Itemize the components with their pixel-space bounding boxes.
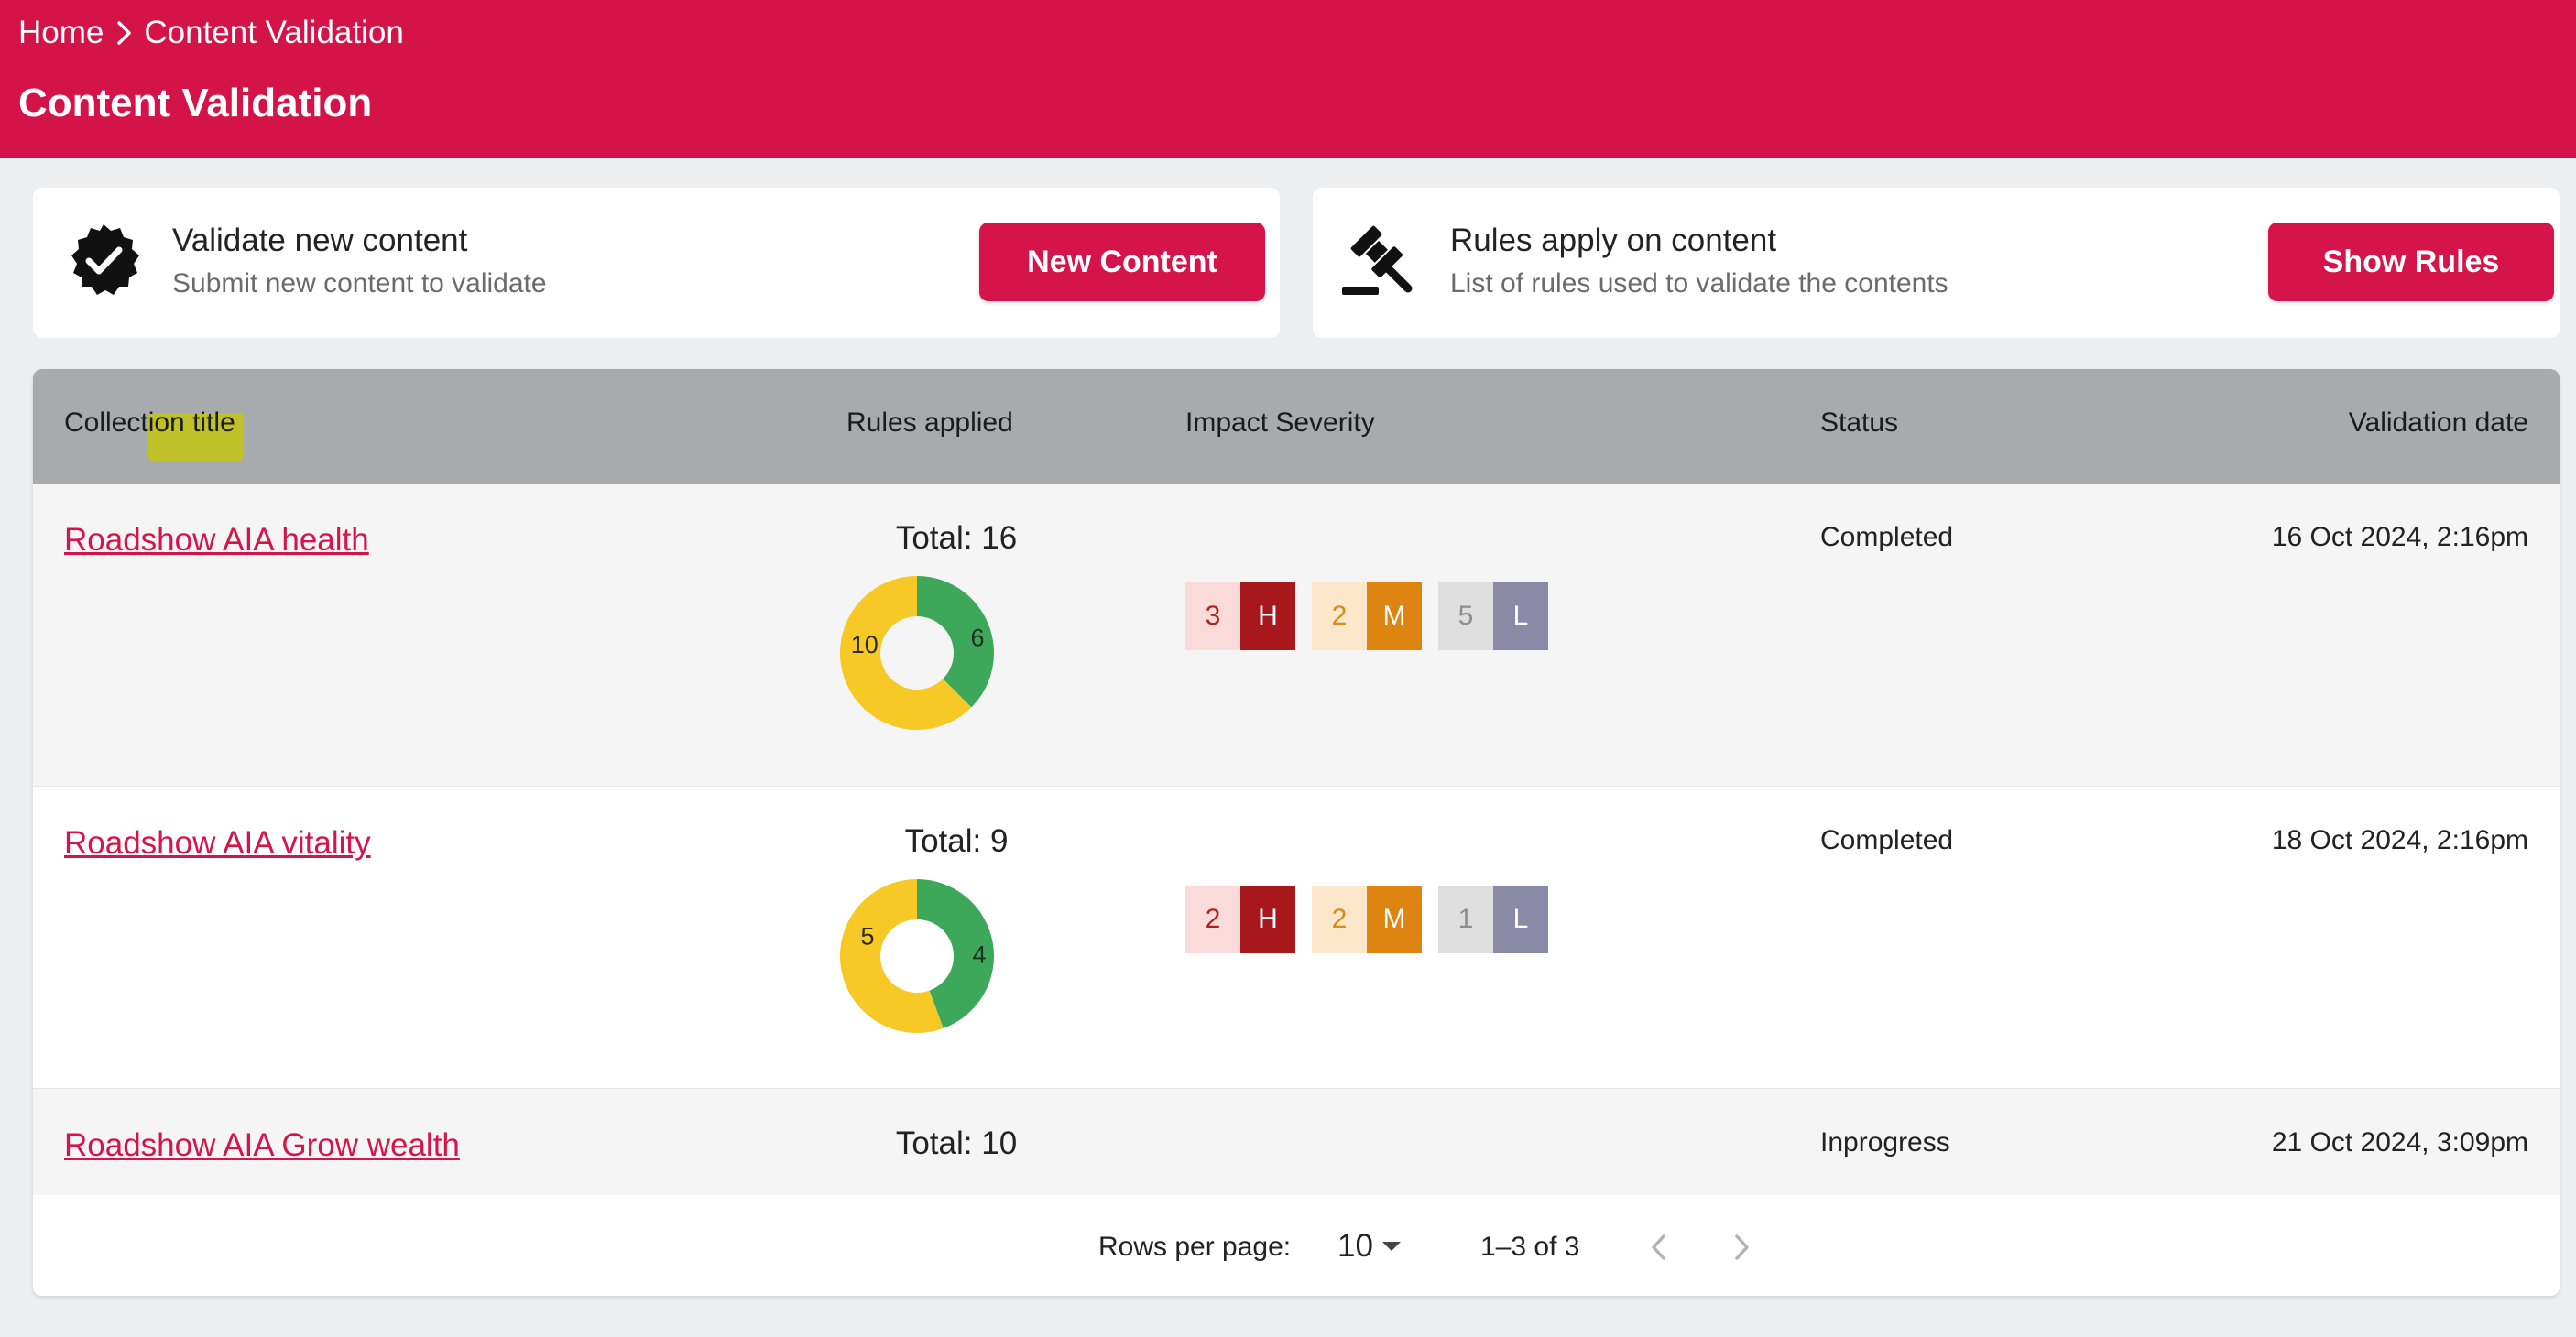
pagination-bar: Rows per page: 10 1–3 of 3	[33, 1195, 2560, 1296]
new-content-button[interactable]: New Content	[979, 223, 1265, 301]
rules-card: Rules apply on content List of rules use…	[1313, 188, 2560, 338]
low-badge: L	[1493, 582, 1548, 650]
card-title: Validate new content	[172, 223, 468, 258]
table-row: Roadshow AIA vitality Total: 9 4 5 2 H 2…	[33, 786, 2560, 1088]
pagination-range: 1–3 of 3	[1480, 1232, 1580, 1262]
donut-label-passed: 4	[972, 940, 986, 968]
impact-severity-chips: 2 H 2 M 1 L	[1185, 886, 1548, 953]
medium-badge: M	[1367, 886, 1422, 953]
caret-down-icon	[1381, 1242, 1401, 1251]
rows-per-page-select[interactable]: 10	[1337, 1226, 1401, 1266]
high-count: 3	[1185, 582, 1240, 650]
breadcrumb: Home Content Validation	[18, 13, 404, 53]
validation-date: 21 Oct 2024, 3:09pm	[2271, 1127, 2528, 1158]
table-row: Roadshow AIA health Total: 16 6 10 3 H 2…	[33, 484, 2560, 786]
high-count: 2	[1185, 886, 1240, 953]
status-text: Completed	[1820, 825, 1954, 855]
card-subtitle: Submit new content to validate	[172, 268, 547, 299]
table-header: Collection title Rules applied Impact Se…	[33, 369, 2560, 484]
high-badge: H	[1240, 582, 1295, 650]
chevron-left-icon[interactable]	[1636, 1224, 1682, 1270]
low-badge: L	[1493, 886, 1548, 953]
high-badge: H	[1240, 886, 1295, 953]
validation-table: Collection title Rules applied Impact Se…	[33, 369, 2560, 1296]
status-text: Inprogress	[1820, 1127, 1950, 1158]
chevron-right-icon	[104, 13, 144, 53]
table-row: Roadshow AIA Grow wealth Total: 10 Inpro…	[33, 1088, 2560, 1195]
collection-title-link[interactable]: Roadshow AIA health	[64, 522, 369, 559]
medium-count: 2	[1312, 886, 1367, 953]
impact-severity-chips: 3 H 2 M 5 L	[1185, 582, 1548, 650]
rows-per-page-label: Rows per page:	[1098, 1232, 1292, 1262]
rules-donut-chart: 6 10	[840, 576, 994, 730]
card-subtitle: List of rules used to validate the conte…	[1450, 268, 1948, 299]
breadcrumb-current: Content Validation	[144, 15, 404, 50]
donut-label-passed: 6	[970, 625, 984, 652]
page-header: Home Content Validation Content Validati…	[0, 0, 2576, 158]
medium-count: 2	[1312, 582, 1367, 650]
rules-donut-chart: 4 5	[840, 879, 994, 1033]
chevron-right-icon[interactable]	[1719, 1224, 1764, 1270]
rules-total: Total: 9	[904, 823, 1009, 859]
collection-title-link[interactable]: Roadshow AIA Grow wealth	[64, 1127, 460, 1164]
low-count: 5	[1438, 582, 1493, 650]
breadcrumb-home[interactable]: Home	[18, 15, 104, 51]
medium-badge: M	[1367, 582, 1422, 650]
rows-per-page-value: 10	[1337, 1228, 1373, 1264]
show-rules-button[interactable]: Show Rules	[2268, 223, 2554, 301]
donut-label-failed: 5	[861, 923, 875, 951]
donut-label-failed: 10	[851, 631, 879, 658]
rules-total: Total: 10	[895, 1125, 1018, 1161]
gavel-icon	[1338, 219, 1417, 298]
validation-date: 16 Oct 2024, 2:16pm	[2271, 522, 2528, 552]
header-impact-severity[interactable]: Impact Severity	[1185, 408, 1375, 439]
header-status[interactable]: Status	[1820, 408, 1898, 439]
collection-title-link[interactable]: Roadshow AIA vitality	[64, 825, 371, 862]
rules-total: Total: 16	[895, 520, 1018, 556]
header-collection-title[interactable]: Collection title	[64, 408, 235, 439]
header-validation-date[interactable]: Validation date	[2349, 408, 2528, 439]
verified-badge-icon	[64, 221, 143, 299]
validate-content-card: Validate new content Submit new content …	[33, 188, 1280, 338]
header-rules-applied[interactable]: Rules applied	[846, 408, 1013, 439]
low-count: 1	[1438, 886, 1493, 953]
status-text: Completed	[1820, 522, 1954, 552]
validation-date: 18 Oct 2024, 2:16pm	[2271, 825, 2528, 855]
card-title: Rules apply on content	[1450, 223, 1777, 258]
page-title: Content Validation	[18, 81, 373, 125]
